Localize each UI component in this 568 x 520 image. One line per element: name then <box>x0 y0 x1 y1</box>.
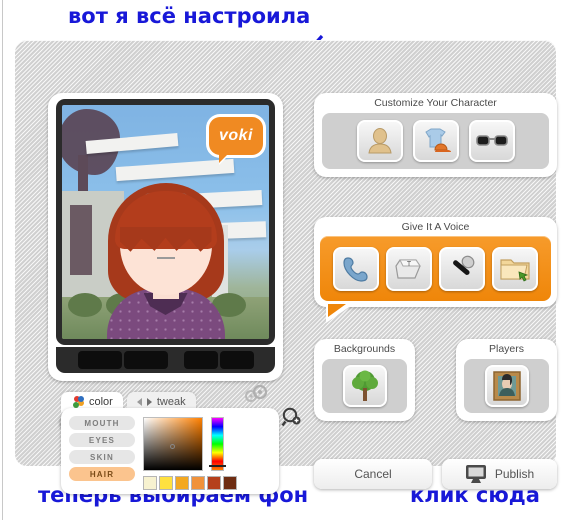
microphone-icon <box>453 255 475 275</box>
character-part-list: MOUTH EYES SKIN HAIR <box>69 416 135 484</box>
customize-character-card: Customize Your Character <box>314 93 557 177</box>
framed-portrait-icon <box>492 371 521 401</box>
players-card: Players <box>456 339 557 421</box>
backgrounds-select-button[interactable] <box>342 365 387 407</box>
players-card-title: Players <box>488 343 524 355</box>
part-item-skin[interactable]: SKIN <box>69 450 135 464</box>
hue-slider[interactable] <box>211 417 224 471</box>
keyboard-key-icon: T <box>395 258 421 279</box>
customize-clothing-button[interactable] <box>412 120 459 162</box>
magnifier-plus-icon <box>281 407 301 427</box>
screenshot-root: вот я всё настроила теперь выбираем фон … <box>0 0 568 520</box>
preview-toolbar-segment[interactable] <box>220 351 254 369</box>
customize-card-body <box>322 113 549 169</box>
color-panel: MOUTH EYES SKIN HAIR <box>61 408 279 494</box>
players-select-button[interactable] <box>484 365 529 407</box>
preview-toolbar <box>56 347 275 373</box>
publish-button[interactable]: Publish <box>442 459 557 489</box>
cancel-button-label: Cancel <box>354 467 392 481</box>
head-silhouette-icon <box>367 128 392 154</box>
voice-upload-button[interactable] <box>492 246 538 291</box>
preview-toolbar-segment[interactable] <box>184 351 218 369</box>
zoom-in-button[interactable] <box>278 404 306 430</box>
background-door-shape <box>70 205 92 275</box>
cancel-button[interactable]: Cancel <box>314 459 432 489</box>
page-left-border <box>2 0 3 520</box>
annotation-top: вот я всё настроила <box>68 4 311 28</box>
swatch[interactable] <box>159 476 173 490</box>
preview-toolbar-segment[interactable] <box>124 351 168 369</box>
give-voice-card: Give It A Voice T <box>314 217 557 323</box>
app-panel: voki color tweak MOUTH EYES SKIN HAIR Cu… <box>15 40 557 494</box>
backgrounds-card-title: Backgrounds <box>333 343 396 355</box>
chevron-right-icon[interactable] <box>146 398 152 406</box>
color-swatches <box>143 476 237 490</box>
part-item-eyes[interactable]: EYES <box>69 433 135 447</box>
avatar-preview: voki <box>48 93 301 449</box>
preview-toolbar-segment[interactable] <box>78 351 122 369</box>
part-item-mouth[interactable]: MOUTH <box>69 416 135 430</box>
tree-icon <box>351 370 378 401</box>
voice-text-button[interactable]: T <box>386 246 432 291</box>
color-dots-icon <box>71 395 84 409</box>
voice-phone-button[interactable] <box>333 246 379 291</box>
part-item-hair[interactable]: HAIR <box>69 467 135 481</box>
background-bush <box>68 293 102 317</box>
picker-cursor <box>170 444 175 449</box>
chevron-left-icon[interactable] <box>136 398 142 406</box>
backgrounds-card-body <box>322 359 407 413</box>
monitor-icon <box>465 465 486 483</box>
backgrounds-card: Backgrounds <box>314 339 415 421</box>
voice-card-body: T <box>320 236 551 301</box>
customize-accessories-button[interactable] <box>468 120 515 162</box>
customize-card-title: Customize Your Character <box>374 97 497 109</box>
telephone-icon <box>343 256 368 282</box>
swatch[interactable] <box>143 476 157 490</box>
swatch[interactable] <box>223 476 237 490</box>
swatch[interactable] <box>207 476 221 490</box>
tab-color-label: color <box>89 396 113 408</box>
folder-upload-icon <box>500 258 530 282</box>
svg-text:T: T <box>407 261 412 268</box>
tab-tweak-label: tweak <box>156 396 186 408</box>
publish-button-label: Publish <box>494 467 535 481</box>
preview-screen: voki <box>56 99 275 345</box>
saturation-value-picker[interactable] <box>143 417 203 471</box>
glasses-bridge <box>156 257 175 259</box>
speech-bubble-tail-inner <box>328 304 346 317</box>
character-stage: voki <box>62 105 269 339</box>
swatch[interactable] <box>175 476 189 490</box>
avatar-character <box>99 155 233 339</box>
clothing-shirt-cap-icon <box>424 128 451 152</box>
sunglasses-icon <box>475 135 508 146</box>
voki-logo: voki <box>209 117 263 155</box>
swatch[interactable] <box>191 476 205 490</box>
customize-head-button[interactable] <box>356 120 403 162</box>
voice-record-button[interactable] <box>439 246 485 291</box>
hue-slider-handle[interactable] <box>209 465 226 467</box>
players-card-body <box>464 359 549 413</box>
voice-card-title: Give It A Voice <box>401 221 470 233</box>
